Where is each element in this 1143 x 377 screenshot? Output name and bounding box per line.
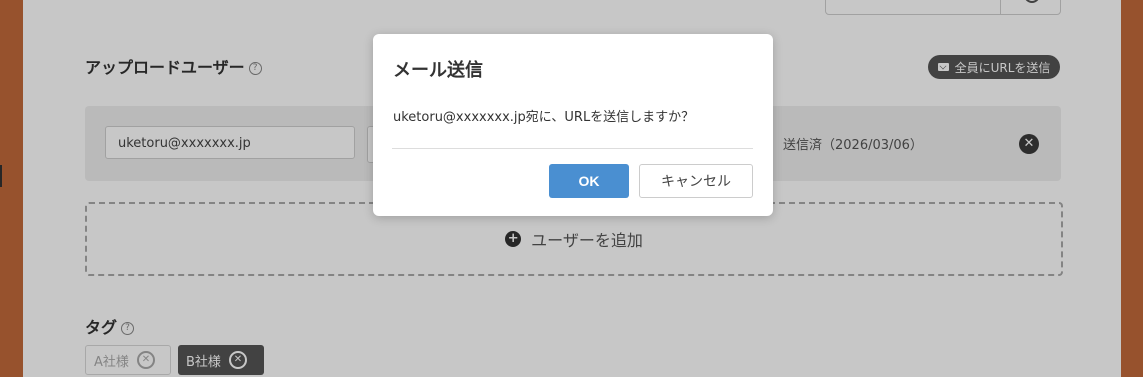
send-mail-dialog: メール送信 uketoru@xxxxxxx.jp宛に、URLを送信しますか？ O…: [373, 34, 773, 216]
cancel-button[interactable]: キャンセル: [639, 164, 753, 198]
ok-button[interactable]: OK: [549, 164, 629, 198]
dialog-divider: [392, 148, 753, 149]
dialog-title: メール送信: [393, 60, 483, 81]
dialog-message: uketoru@xxxxxxx.jp宛に、URLを送信しますか？: [393, 110, 695, 125]
